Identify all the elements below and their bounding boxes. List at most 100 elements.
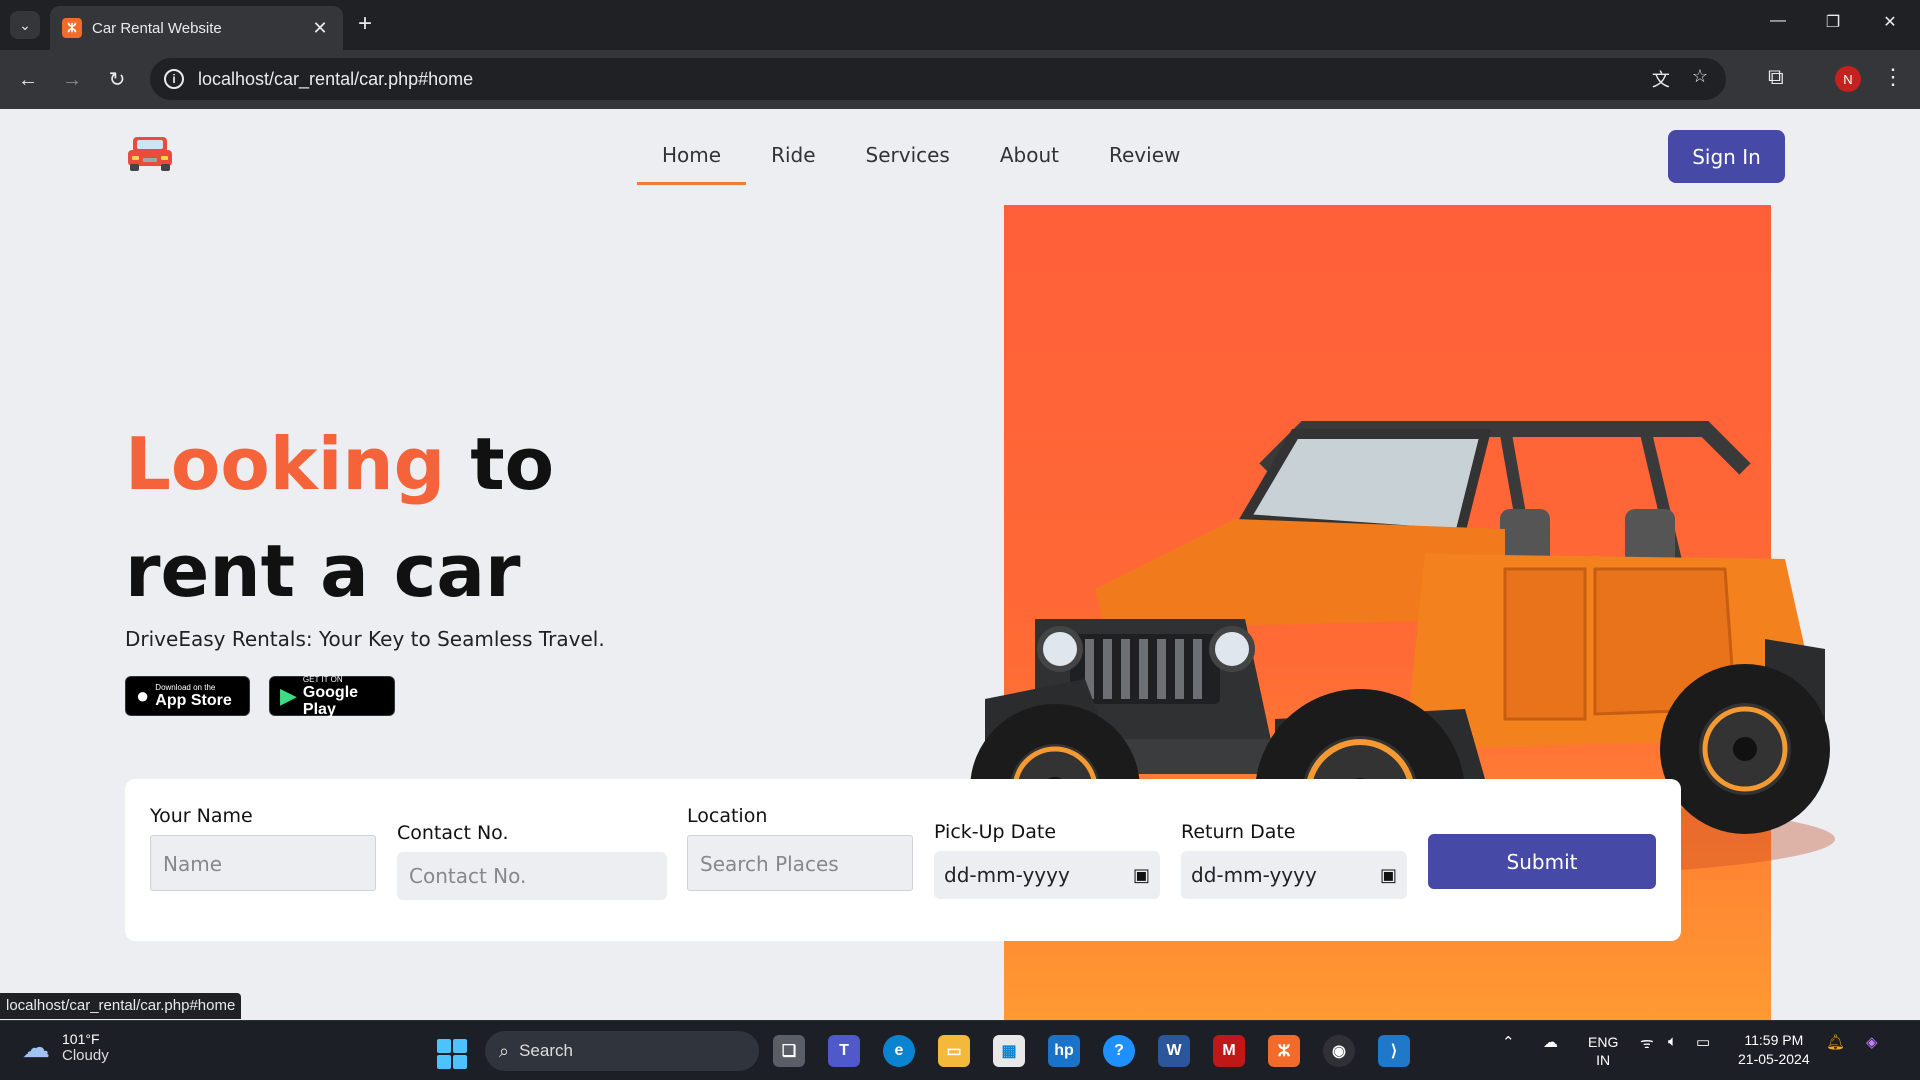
status-bar-url: localhost/car_rental/car.php#home [0,993,242,1019]
headline-accent: Looking [125,422,446,506]
browser-toolbar: ← → ↻ i localhost/car_rental/car.php#hom… [0,50,1920,109]
myhp-icon[interactable]: hp [1048,1035,1080,1067]
nav-home[interactable]: Home [637,143,747,185]
appstore-big-text: App Store [155,692,232,709]
onedrive-icon[interactable]: ☁ [1543,1033,1558,1051]
reload-icon[interactable]: ↻ [102,65,132,95]
name-field-group: Your Name Name [150,805,376,891]
extensions-icon[interactable]: ⧉ [1768,64,1784,90]
calendar-icon[interactable]: ▣ [1133,865,1150,886]
word-icon[interactable]: W [1158,1035,1190,1067]
nav-ride[interactable]: Ride [746,143,840,185]
apple-icon: ● [136,683,150,708]
tab-search-chevron-icon[interactable]: ⌄ [10,11,40,39]
browser-menu-icon[interactable]: ⋮ [1882,64,1904,90]
teams-icon[interactable]: T [828,1035,860,1067]
submit-button[interactable]: Submit [1428,834,1656,889]
location-label: Location [687,805,768,827]
minimize-icon[interactable]: — [1763,12,1793,30]
pickup-date-input[interactable]: dd-mm-yyyy ▣ [934,851,1160,899]
appstore-small-text: Download on the [155,683,216,692]
googleplay-big-text: Google Play [302,683,359,718]
return-date-value: dd-mm-yyyy [1191,863,1317,887]
url-text[interactable]: localhost/car_rental/car.php#home [198,69,473,90]
mcafee-icon[interactable]: M [1213,1035,1245,1067]
close-tab-icon[interactable]: ✕ [309,18,331,39]
google-play-badge[interactable]: ▶ GET IT ON Google Play [269,674,395,718]
nav-services[interactable]: Services [841,143,975,185]
xampp-taskbar-icon[interactable]: ⵣ [1268,1035,1300,1067]
bookmark-star-icon[interactable]: ☆ [1692,66,1708,92]
browser-tabstrip: ⌄ ⵣ Car Rental Website ✕ + — ❐ ✕ [0,0,1920,50]
cloud-icon: ☁ [22,1032,50,1063]
return-label: Return Date [1181,821,1296,843]
chrome-icon[interactable]: ◉ [1323,1035,1355,1067]
battery-icon[interactable]: ▭ [1696,1033,1710,1051]
wifi-icon[interactable]: ᯤ [1640,1033,1654,1053]
calendar-icon[interactable]: ▣ [1380,865,1397,886]
windows-taskbar: ☁ 101°F Cloudy ⌕ Search ❏ T e ▭ ▦ hp ? W… [0,1020,1920,1080]
weather-widget[interactable]: ☁ 101°F Cloudy [22,1031,109,1064]
main-nav: Home Ride Services About Review [637,143,1205,185]
forward-icon[interactable]: → [57,65,87,95]
profile-avatar[interactable]: N [1835,66,1861,92]
address-bar[interactable]: i localhost/car_rental/car.php#home 文 ☆ [150,58,1726,100]
search-icon: ⌕ [499,1040,510,1061]
xampp-icon: ⵣ [62,18,82,38]
weather-temp: 101°F [62,1031,100,1047]
taskbar-search[interactable]: ⌕ Search [485,1031,759,1071]
site-info-icon[interactable]: i [164,69,184,89]
system-clock[interactable]: 11:59 PM 21-05-2024 [1738,1031,1810,1069]
return-field-group: Return Date dd-mm-yyyy ▣ [1181,821,1407,899]
taskbar-search-label: Search [519,1041,573,1060]
contact-field-group: Contact No. Contact No. [397,822,667,900]
headline-word: to [470,422,555,506]
clock-time: 11:59 PM [1744,1032,1804,1048]
car-logo-icon[interactable] [125,131,175,173]
hero-tagline: DriveEasy Rentals: Your Key to Seamless … [125,627,605,651]
translate-icon[interactable]: 文 [1652,66,1670,92]
name-label: Your Name [150,805,253,827]
pickup-field-group: Pick-Up Date dd-mm-yyyy ▣ [934,821,1160,899]
back-icon[interactable]: ← [13,65,43,95]
copilot-icon[interactable]: ◈ [1866,1033,1878,1051]
task-view-icon[interactable]: ❏ [773,1035,805,1067]
file-explorer-icon[interactable]: ▭ [938,1035,970,1067]
start-button[interactable] [437,1039,467,1069]
return-date-input[interactable]: dd-mm-yyyy ▣ [1181,851,1407,899]
tab-title: Car Rental Website [92,19,222,37]
pickup-label: Pick-Up Date [934,821,1057,843]
volume-icon[interactable]: 🔈︎ [1668,1033,1677,1050]
show-hidden-icons[interactable]: ⌃ [1502,1033,1515,1051]
weather-desc: Cloudy [62,1047,109,1064]
name-input[interactable]: Name [150,835,376,891]
app-store-badge[interactable]: ● Download on the App Store [125,676,250,716]
location-field-group: Location Search Places [687,805,913,891]
lang-top: ENG [1588,1034,1619,1050]
location-input[interactable]: Search Places [687,835,913,891]
browser-tab[interactable]: ⵣ Car Rental Website ✕ [50,6,343,50]
sign-in-button[interactable]: Sign In [1668,130,1785,183]
google-play-icon: ▶ [280,683,297,708]
headline-line2: rent a car [125,529,521,613]
language-indicator[interactable]: ENG IN [1588,1033,1618,1069]
page-viewport: Home Ride Services About Review Sign In … [0,109,1920,1020]
edge-icon[interactable]: e [883,1035,915,1067]
pickup-date-value: dd-mm-yyyy [944,863,1070,887]
restore-icon[interactable]: ❐ [1818,12,1848,32]
new-tab-icon[interactable]: + [352,12,378,36]
vscode-icon[interactable]: ⟩ [1378,1035,1410,1067]
help-icon[interactable]: ? [1103,1035,1135,1067]
notification-bell-icon[interactable]: 🔔︎ [1826,1033,1845,1051]
hero-headline: Looking to rent a car [125,411,554,625]
microsoft-store-icon[interactable]: ▦ [993,1035,1025,1067]
googleplay-small-text: GET IT ON [302,674,343,684]
booking-form: Your Name Name Contact No. Contact No. L… [125,779,1681,941]
contact-label: Contact No. [397,822,509,844]
lang-bottom: IN [1596,1052,1611,1068]
close-window-icon[interactable]: ✕ [1875,12,1905,32]
nav-review[interactable]: Review [1084,143,1205,185]
nav-about[interactable]: About [975,143,1084,185]
clock-date: 21-05-2024 [1738,1051,1810,1067]
contact-input[interactable]: Contact No. [397,852,667,900]
